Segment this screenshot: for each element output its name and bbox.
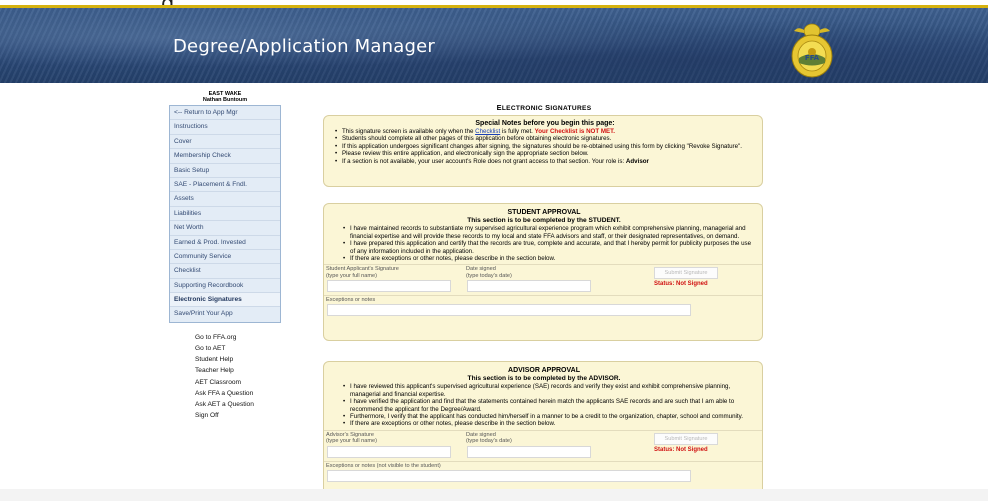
chapter-label: EAST WAKE Nathan Buntoum [168,91,282,103]
advisor-notes-input[interactable] [327,469,691,482]
advisor-notes-label: Exceptions or notes (not visible to the … [326,462,441,469]
sidebar-links: Go to FFA.org Go to AET Student Help Tea… [168,332,282,422]
sidebar-item-community-service[interactable]: Community Service [170,250,280,265]
app-title: Degree/Application Manager [173,36,435,57]
link-aet-classroom[interactable]: AET Classroom [195,377,282,388]
svg-text:FFA: FFA [805,54,820,62]
sidebar-item-basic-setup[interactable]: Basic Setup [170,164,280,178]
advisor-submit-signature-button[interactable]: Submit Signature [654,432,718,445]
link-teacher-help[interactable]: Teacher Help [195,365,282,376]
checklist-link[interactable]: Checklist [475,128,500,135]
link-student-help[interactable]: Student Help [195,354,282,365]
student-date-input[interactable] [467,280,591,293]
note-checklist: This signature screen is available only … [334,128,756,136]
advisor-approval-sub: This section is to be completed by the A… [467,375,621,382]
student-approval-sub: This section is to be completed by the S… [467,217,621,224]
sidebar: EAST WAKE Nathan Buntoum <-- Return to A… [168,91,282,421]
sidebar-item-instructions[interactable]: Instructions [170,120,280,135]
sidebar-item-save-print[interactable]: Save/Print Your App [170,307,280,321]
ffa-emblem-icon: FFA [791,23,833,78]
sidebar-item-supporting-recordbook[interactable]: Supporting Recordbook [170,279,280,294]
student-signature-input[interactable] [327,280,451,293]
link-ask-ffa[interactable]: Ask FFA a Question [195,388,282,399]
advisor-date-label: Date signed (type today's date) [466,431,512,445]
student-notes-input[interactable] [327,304,691,317]
link-sign-off[interactable]: Sign Off [195,410,282,421]
advisor-signature-row: Advisor's Signature (type your full name)… [324,429,762,461]
header-gold-line [0,5,988,8]
checklist-status: Your Checklist is NOT MET. [534,128,615,135]
sidebar-item-earned-invested[interactable]: Earned & Prod. Invested [170,236,280,250]
advisor-statement-3: Furthermore, I verify that the applicant… [332,413,756,421]
sidebar-item-checklist[interactable]: Checklist [170,264,280,279]
sidebar-item-sae-placement[interactable]: SAE - Placement & Fndl. [170,178,280,193]
student-notes-row: Exceptions or notes [324,295,762,317]
advisor-date-input[interactable] [467,445,591,458]
student-signature-status: Status: Not Signed [654,281,708,288]
advisor-statement-1: I have reviewed this applicant's supervi… [332,383,756,398]
note-role: If a section is not available, your user… [334,157,756,166]
sidebar-item-assets[interactable]: Assets [170,192,280,207]
student-submit-signature-button[interactable]: Submit Signature [654,267,718,280]
link-ask-aet[interactable]: Ask AET a Question [195,399,282,410]
student-date-label: Date signed (type today's date) [466,266,512,279]
note-revoke: If this application undergoes significan… [334,143,756,151]
student-notes-label: Exceptions or notes [326,297,376,304]
advisor-approval-heading: ADVISOR APPROVAL [508,367,580,374]
note-complete-pages: Students should complete all other pages… [334,135,756,143]
person-name: Nathan Buntoum [202,97,248,103]
advisor-notes-row: Exceptions or notes (not visible to the … [324,460,762,483]
student-signature-row: Student Applicant's Signature (type your … [324,264,762,295]
sidebar-item-net-worth[interactable]: Net Worth [170,221,280,236]
student-approval-heading: STUDENT APPROVAL [507,209,581,216]
sidebar-item-return[interactable]: <-- Return to App Mgr [170,106,280,121]
special-notes-heading: Special Notes before you begin this page… [475,120,615,127]
special-notes-box: Special Notes before you begin this page… [323,115,763,187]
advisor-statement-2: I have verified the application and find… [332,398,756,413]
advisor-signature-status: Status: Not Signed [654,446,708,453]
student-approval-section: STUDENT APPROVAL This section is to be c… [323,203,763,341]
advisor-approval-section: ADVISOR APPROVAL This section is to be c… [323,361,763,501]
sidebar-nav: <-- Return to App Mgr Instructions Cover… [169,105,281,323]
page-title: ELECTRONIC SIGNATURES [496,103,592,112]
student-statement-3: If there are exceptions or other notes, … [332,255,756,263]
sidebar-item-electronic-signatures[interactable]: Electronic Signatures [170,293,280,308]
student-signature-label: Student Applicant's Signature (type your … [326,266,399,279]
advisor-signature-label: Advisor's Signature (type your full name) [326,431,377,445]
student-statement-2: I have prepared this application and cer… [332,240,756,255]
header-banner: Degree/Application Manager FFA [0,8,988,83]
user-role: Advisor [625,157,649,165]
main-content: ELECTRONIC SIGNATURES Special Notes befo… [318,99,770,501]
bottom-bar [0,489,988,501]
sidebar-item-liabilities[interactable]: Liabilities [170,207,280,222]
note-review: Please review this entire application, a… [334,150,756,158]
link-ffa-org[interactable]: Go to FFA.org [195,332,282,343]
link-aet[interactable]: Go to AET [195,343,282,354]
advisor-statement-4: If there are exceptions or other notes, … [332,420,756,428]
sidebar-item-membership-check[interactable]: Membership Check [170,149,280,164]
student-statement-1: I have maintained records to substantiat… [332,225,756,240]
advisor-signature-input[interactable] [327,445,451,458]
sidebar-item-cover[interactable]: Cover [170,135,280,150]
